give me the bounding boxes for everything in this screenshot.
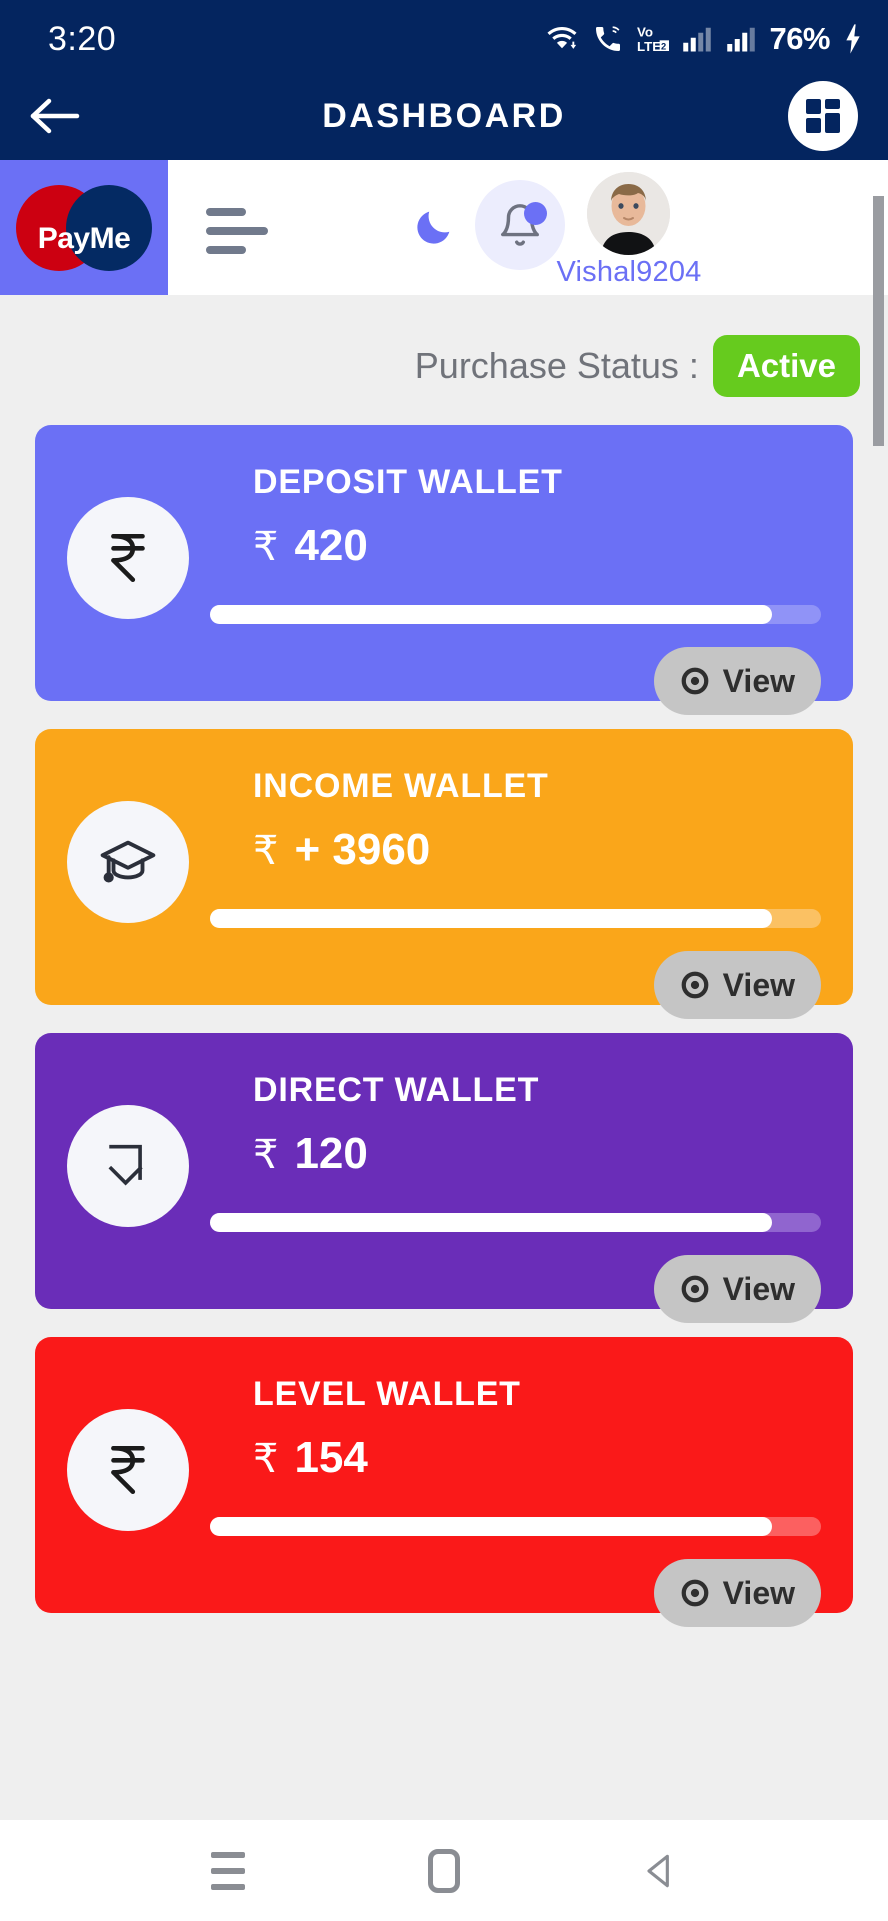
android-navigation-bar (0, 1820, 888, 1921)
status-bar: 3:20 Vo LTE 2 76% DASHBOARD (0, 0, 888, 160)
hamburger-menu-icon[interactable] (206, 208, 268, 254)
avatar[interactable] (587, 172, 670, 255)
bell-icon[interactable] (475, 180, 565, 270)
rupee-icon (67, 1409, 189, 1531)
wallet-progress-fill (210, 1213, 773, 1232)
hamburger-line-3 (206, 246, 246, 254)
wallet-card[interactable]: LEVEL WALLET ₹154 View (35, 1337, 853, 1627)
app-web-header: PayMe Vishal9204 (0, 160, 888, 295)
notification-badge-dot (524, 202, 547, 225)
header-actions: Vishal9204 (168, 160, 888, 295)
view-button-label: View (722, 1270, 795, 1307)
purchase-status-label: Purchase Status : (414, 345, 699, 386)
view-button-label: View (722, 662, 795, 699)
battery-percentage: 76% (769, 21, 830, 56)
wallet-amount: ₹120 (253, 1129, 368, 1179)
status-bar-time: 3:20 (48, 20, 117, 58)
wallet-amount-value: + 3960 (294, 825, 431, 874)
hamburger-line-2 (206, 227, 268, 235)
wallet-amount-value: 120 (294, 1129, 368, 1178)
wallet-progress-fill (210, 909, 773, 928)
svg-text:2: 2 (661, 42, 666, 52)
eye-icon (681, 1275, 709, 1303)
dashboard-grid-icon[interactable] (788, 81, 858, 151)
volte-icon: Vo LTE 2 (637, 24, 670, 54)
down-arrow-icon (67, 1105, 189, 1227)
wallet-amount: ₹ + 3960 (253, 825, 430, 875)
username-label[interactable]: Vishal9204 (554, 256, 704, 289)
signal-bars-1-icon (683, 27, 712, 52)
wallet-amount: ₹154 (253, 1433, 368, 1483)
hamburger-line-1 (206, 208, 246, 216)
eye-icon (681, 971, 709, 999)
rupee-symbol: ₹ (253, 1133, 279, 1177)
wallet-progress-bar (210, 605, 821, 624)
wallet-card[interactable]: DEPOSIT WALLET ₹420 View (35, 425, 853, 715)
call-wifi-icon (596, 26, 621, 51)
wallet-progress-bar (210, 909, 821, 928)
wallet-progress-bar (210, 1517, 821, 1536)
svg-text:Vo: Vo (637, 24, 653, 39)
eye-icon (681, 667, 709, 695)
svg-text:LTE: LTE (637, 39, 661, 54)
app-bar: DASHBOARD (0, 72, 888, 160)
signal-bars-2-icon (727, 27, 756, 52)
wallet-amount: ₹420 (253, 521, 368, 571)
status-badge[interactable]: Active (712, 335, 860, 397)
page-title: DASHBOARD (322, 96, 566, 135)
recent-apps-icon[interactable] (193, 1836, 263, 1906)
graduation-cap-icon (67, 801, 189, 923)
avatar-image (587, 172, 670, 255)
payme-logo[interactable]: PayMe (0, 160, 168, 295)
view-button-label: View (722, 966, 795, 1003)
view-button[interactable]: View (653, 951, 821, 1019)
charging-bolt-icon (846, 24, 860, 54)
wallet-title: DIRECT WALLET (253, 1071, 540, 1109)
purchase-status-row: Purchase Status : Active (0, 295, 888, 397)
scrollbar-thumb[interactable] (873, 196, 884, 446)
back-icon[interactable] (625, 1836, 695, 1906)
wallet-progress-bar (210, 1213, 821, 1232)
wallet-title: DEPOSIT WALLET (253, 463, 563, 501)
rupee-symbol: ₹ (253, 1437, 279, 1481)
logo-text: PayMe (37, 222, 131, 255)
wallet-card-list: DEPOSIT WALLET ₹420 View INCOME WALLET ₹ + 39… (0, 425, 888, 1627)
rupee-icon (67, 497, 189, 619)
view-button[interactable]: View (653, 647, 821, 715)
wifi-icon (547, 27, 577, 49)
wallet-amount-value: 420 (294, 521, 368, 570)
wallet-card[interactable]: DIRECT WALLET ₹120 View (35, 1033, 853, 1323)
wallet-title: LEVEL WALLET (253, 1375, 521, 1413)
rupee-symbol: ₹ (253, 525, 279, 569)
wallet-progress-fill (210, 605, 773, 624)
back-arrow-icon[interactable] (26, 88, 82, 144)
wallet-card[interactable]: INCOME WALLET ₹ + 3960 View (35, 729, 853, 1019)
view-button-label: View (722, 1574, 795, 1611)
dashboard-content: Purchase Status : Active DEPOSIT WALLET ₹… (0, 295, 888, 1820)
wallet-progress-fill (210, 1517, 773, 1536)
rupee-symbol: ₹ (253, 829, 279, 873)
eye-icon (681, 1579, 709, 1607)
moon-icon[interactable] (411, 204, 457, 250)
wallet-amount-value: 154 (294, 1433, 368, 1482)
view-button[interactable]: View (653, 1255, 821, 1323)
wallet-title: INCOME WALLET (253, 767, 549, 805)
home-icon[interactable] (409, 1836, 479, 1906)
status-bar-icons: Vo LTE 2 76% (545, 21, 864, 56)
view-button[interactable]: View (653, 1559, 821, 1627)
